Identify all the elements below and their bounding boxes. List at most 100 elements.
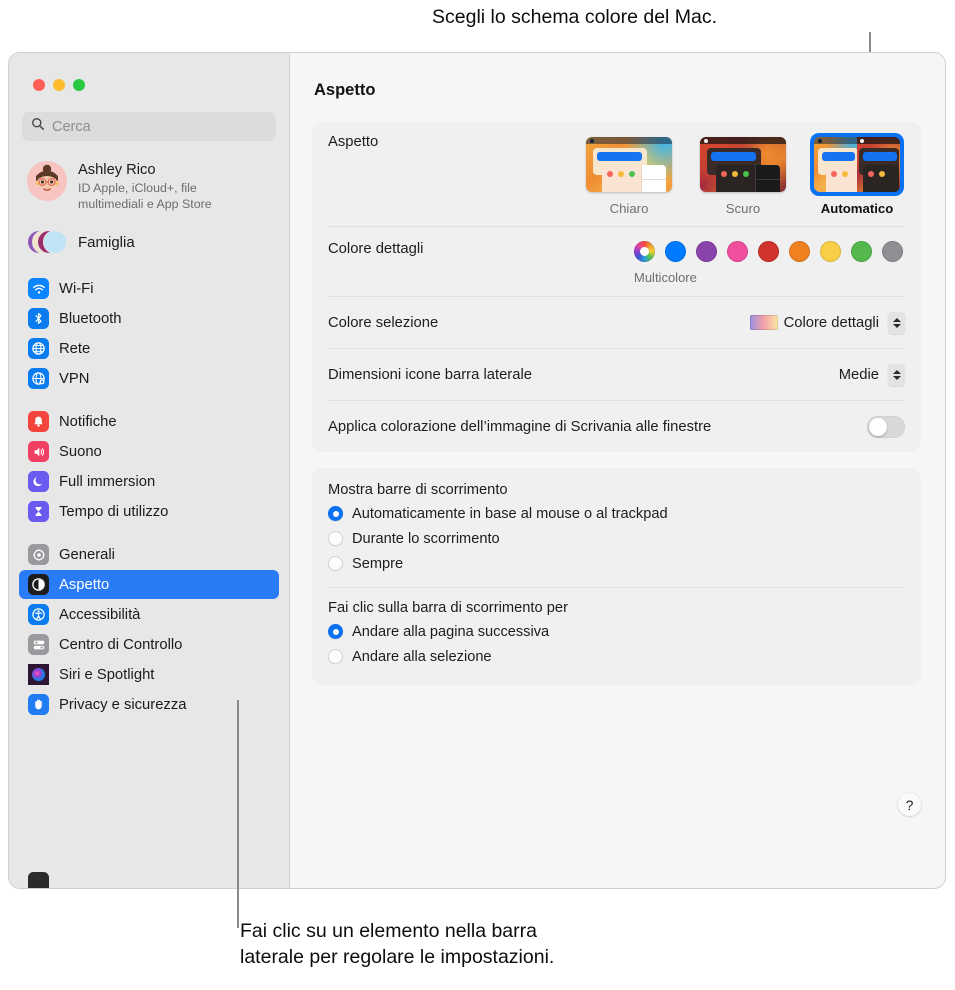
sidebar-item-bluetooth[interactable]: Bluetooth [19,304,279,333]
radio-label: Andare alla selezione [352,648,492,665]
accent-swatch-yellow[interactable] [820,241,841,262]
hourglass-icon [28,501,49,523]
zoom-window-button[interactable] [73,79,85,91]
accessibility-icon [28,604,49,626]
scrollbar-option-when-scrolling[interactable]: Durante lo scorrimento [328,526,905,551]
sidebar-item-label: Privacy e sicurezza [59,696,187,713]
chevron-updown-icon[interactable] [888,363,905,386]
sidebar-item-network[interactable]: Rete [19,334,279,363]
avatar [27,161,67,201]
accent-swatch-orange[interactable] [789,241,810,262]
sidebar-item-family[interactable]: Famiglia [19,224,279,260]
system-settings-window: Cerca Ashley Rico ID Apple, iCloud+, fil… [8,52,946,889]
radio-button[interactable] [328,556,343,571]
radio-button[interactable] [328,531,343,546]
content-pane: Aspetto Aspetto Chiaro Scuro Automatico … [290,53,945,888]
highlight-color-row: Colore selezione Colore dettagli [328,296,905,348]
accent-swatch-red[interactable] [758,241,779,262]
sidebar-item-privacy-security[interactable]: Privacy e sicurezza [19,690,279,719]
accent-color-row: Colore dettagli Multicolore [328,226,905,296]
appearance-option-auto[interactable]: Automatico [811,134,903,216]
radio-label: Durante lo scorrimento [352,530,500,547]
appearance-options: Chiaro Scuro Automatico [583,134,905,216]
sidebar-item-control-center[interactable]: Centro di Controllo [19,630,279,659]
sidebar-item-label: Tempo di utilizzo [59,503,169,520]
sidebar-item-notifications[interactable]: Notifiche [19,407,279,436]
scrollbar-click-title: Fai clic sulla barra di scorrimento per [328,600,568,616]
callout-top-text: Scegli lo schema colore del Mac. [432,6,718,28]
accent-swatch-blue[interactable] [665,241,686,262]
radio-button[interactable] [328,649,343,664]
light-theme-thumbnail [586,137,672,192]
sidebar-item-siri-spotlight[interactable]: Siri e Spotlight [19,660,279,689]
sidebar-item-vpn[interactable]: VPN [19,364,279,393]
scrollbars-card: Mostra barre di scorrimento Automaticame… [312,468,921,685]
help-button[interactable]: ? [898,793,921,816]
accent-swatch-purple[interactable] [696,241,717,262]
callout-bottom-leader-line [237,700,239,928]
accent-color-label: Colore dettagli [328,241,424,257]
sidebar-scroll-area: Ashley Rico ID Apple, iCloud+, file mult… [9,155,289,888]
account-subtitle: ID Apple, iCloud+, file multimediali e A… [78,180,212,211]
dark-theme-thumbnail [700,137,786,192]
sidebar-item-partial-icon[interactable] [28,872,49,888]
gear-icon [28,544,49,566]
wallpaper-tinting-toggle[interactable] [867,415,905,438]
chevron-updown-icon[interactable] [888,311,905,334]
family-label: Famiglia [78,233,135,251]
callout-bottom-text: Fai clic su un elemento nella barra later… [240,918,554,971]
sidebar-item-label: Notifiche [59,413,117,430]
sidebar-item-accessibility[interactable]: Accessibilità [19,600,279,629]
minimize-window-button[interactable] [53,79,65,91]
highlight-color-popup[interactable]: Colore dettagli [749,311,905,334]
radio-label: Sempre [352,555,404,572]
accent-swatch-green[interactable] [851,241,872,262]
sidebar-item-label: Full immersion [59,473,156,490]
sidebar-item-label: Suono [59,443,102,460]
bluetooth-icon [28,308,49,330]
sidebar-item-wifi[interactable]: Wi-Fi [19,274,279,303]
appearance-option-light[interactable]: Chiaro [583,134,675,216]
radio-button[interactable] [328,624,343,639]
appearance-option-dark[interactable]: Scuro [697,134,789,216]
wallpaper-tinting-label: Applica colorazione dell’immagine di Scr… [328,418,712,435]
sidebar-item-screen-time[interactable]: Tempo di utilizzo [19,497,279,526]
sidebar-item-appearance[interactable]: Aspetto [19,570,279,600]
wallpaper-tinting-row: Applica colorazione dell’immagine di Scr… [328,400,905,452]
sidebar-item-label: Siri e Spotlight [59,666,155,683]
sidebar-item-label: Wi-Fi [59,280,94,297]
sidebar-group-network: Wi-Fi Bluetooth Rete VPN [9,274,289,393]
sidebar-icon-size-popup[interactable]: Medie [839,363,905,386]
scrollbar-click-option-next-page[interactable]: Andare alla pagina successiva [328,619,905,644]
close-window-button[interactable] [33,79,45,91]
sidebar-item-general[interactable]: Generali [19,540,279,569]
radio-label: Andare alla pagina successiva [352,623,550,640]
moon-icon [28,471,49,493]
sidebar-item-label: VPN [59,370,90,387]
highlight-color-value: Colore dettagli [783,314,879,331]
sidebar-item-sound[interactable]: Suono [19,437,279,466]
sidebar-item-apple-account[interactable]: Ashley Rico ID Apple, iCloud+, file mult… [19,155,279,218]
accent-swatch-multicolor[interactable] [634,241,655,262]
sidebar-group-notifications: Notifiche Suono Full immersion Tempo di … [9,407,289,526]
sidebar-item-label: Aspetto [59,576,110,593]
callout-bottom-line1: Fai clic su un elemento nella barra [240,920,537,942]
search-field[interactable]: Cerca [22,112,276,141]
auto-theme-thumbnail [814,137,900,192]
scrollbar-option-automatic[interactable]: Automaticamente in base al mouse o al tr… [328,501,905,526]
scrollbar-click-option-jump-to-spot[interactable]: Andare alla selezione [328,644,905,669]
control-center-icon [28,634,49,656]
accent-color-swatches [634,241,903,262]
search-icon [31,117,45,136]
accent-swatch-pink[interactable] [727,241,748,262]
radio-button[interactable] [328,506,343,521]
scrollbar-option-always[interactable]: Sempre [328,551,905,576]
appearance-icon [28,574,49,596]
sidebar-item-label: Centro di Controllo [59,636,183,653]
accent-swatch-gray[interactable] [882,241,903,262]
appearance-option-label: Scuro [725,201,761,216]
sidebar-item-focus[interactable]: Full immersion [19,467,279,496]
sidebar-item-label: Accessibilità [59,606,141,623]
radio-label: Automaticamente in base al mouse o al tr… [352,505,668,522]
accent-selected-name: Multicolore [634,270,697,285]
